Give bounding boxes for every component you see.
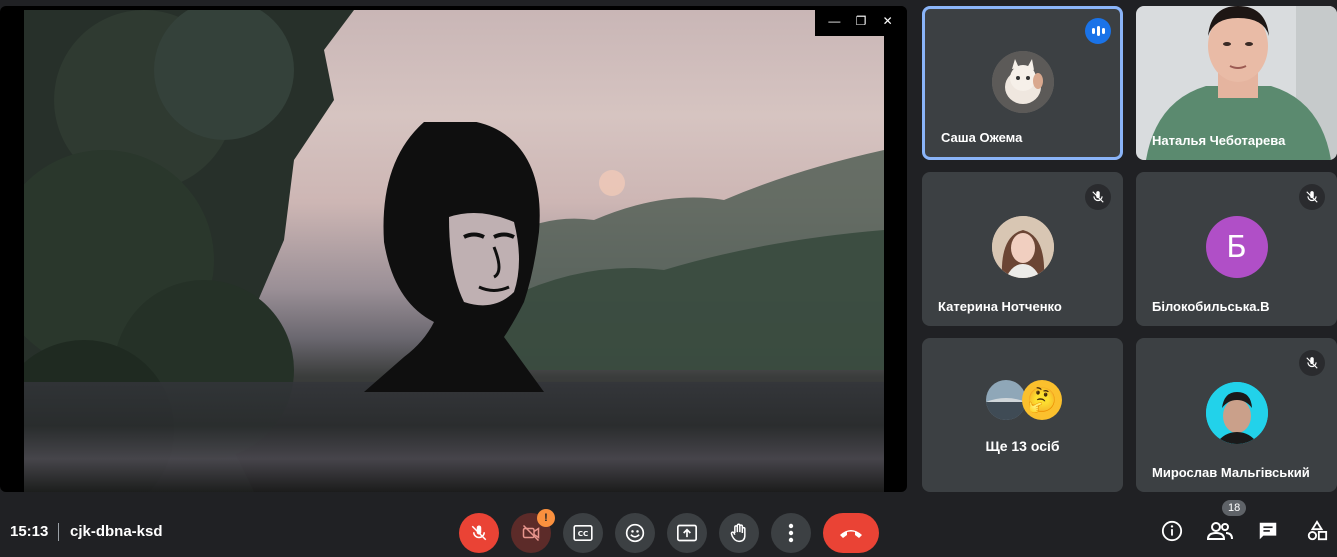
close-icon[interactable]: ✕ [878,14,898,28]
more-participants-tile[interactable]: 🤔 Ще 13 осіб [922,338,1123,492]
avatar [1205,382,1268,444]
participant-name: Катерина Нотченко [938,299,1062,314]
presentation-view[interactable]: — ❐ ✕ [0,6,907,492]
info-icon [1161,520,1183,542]
avatar [991,51,1054,113]
restore-icon[interactable]: ❐ [851,14,871,28]
end-call-icon [840,530,862,538]
leave-call-button[interactable] [823,513,879,553]
mic-off-icon [1085,184,1111,210]
portrait-silhouette-image [364,122,544,392]
raise-hand-button[interactable] [719,513,759,553]
presentation-slide [24,10,884,492]
camera-off-icon [522,524,540,542]
meeting-code: cjk-dbna-ksd [70,523,163,540]
divider [58,523,59,541]
people-button[interactable] [1205,516,1235,546]
participant-tile[interactable]: Наталья Чеботарева [1136,6,1337,160]
mic-off-icon [1299,350,1325,376]
avatar [986,380,1026,420]
camera-warning-badge: ! [537,509,555,527]
present-icon [677,524,697,542]
participant-tile[interactable]: Б Білокобильська.В [1136,172,1337,326]
participant-name: Саша Ожема [941,130,1023,145]
speaking-indicator-icon [1085,18,1111,44]
emoji-button[interactable] [615,513,655,553]
participants-count-badge: 18 [1222,500,1247,516]
present-now-button[interactable] [667,513,707,553]
window-controls: — ❐ ✕ [815,6,907,36]
activities-icon [1307,520,1328,541]
participant-name: Білокобильська.В [1152,299,1270,314]
svg-text:CC: CC [578,529,589,538]
chat-icon [1259,522,1277,540]
participant-tile[interactable]: Катерина Нотченко [922,172,1123,326]
meeting-details-button[interactable] [1157,516,1187,546]
participant-name: Мирослав Мальгівський [1152,465,1310,480]
minimize-icon[interactable]: — [824,14,844,28]
people-icon [1207,522,1233,540]
raise-hand-icon [730,523,746,543]
thinking-face-icon: 🤔 [1022,380,1062,420]
participant-tile[interactable]: Саша Ожема [922,6,1123,160]
more-participants-label: Ще 13 осіб [985,438,1060,454]
participant-tile[interactable]: Мирослав Мальгівський [1136,338,1337,492]
chat-button[interactable] [1253,516,1283,546]
activities-button[interactable] [1302,516,1332,546]
mic-off-icon [471,525,487,541]
captions-icon: CC [573,525,593,541]
camera-toggle-button[interactable]: ! [511,509,555,553]
mic-off-icon [1299,184,1325,210]
microphone-toggle-button[interactable] [459,513,499,553]
bottom-control-bar: 15:13 cjk-dbna-ksd ! CC 18 [0,500,1337,557]
captions-button[interactable]: CC [563,513,603,553]
emoji-icon [625,523,645,543]
meeting-time: 15:13 [10,523,49,540]
participant-name: Наталья Чеботарева [1152,133,1286,148]
more-options-icon [788,523,794,543]
avatar [991,216,1054,278]
more-options-button[interactable] [771,513,811,553]
avatar: Б [1205,216,1268,278]
